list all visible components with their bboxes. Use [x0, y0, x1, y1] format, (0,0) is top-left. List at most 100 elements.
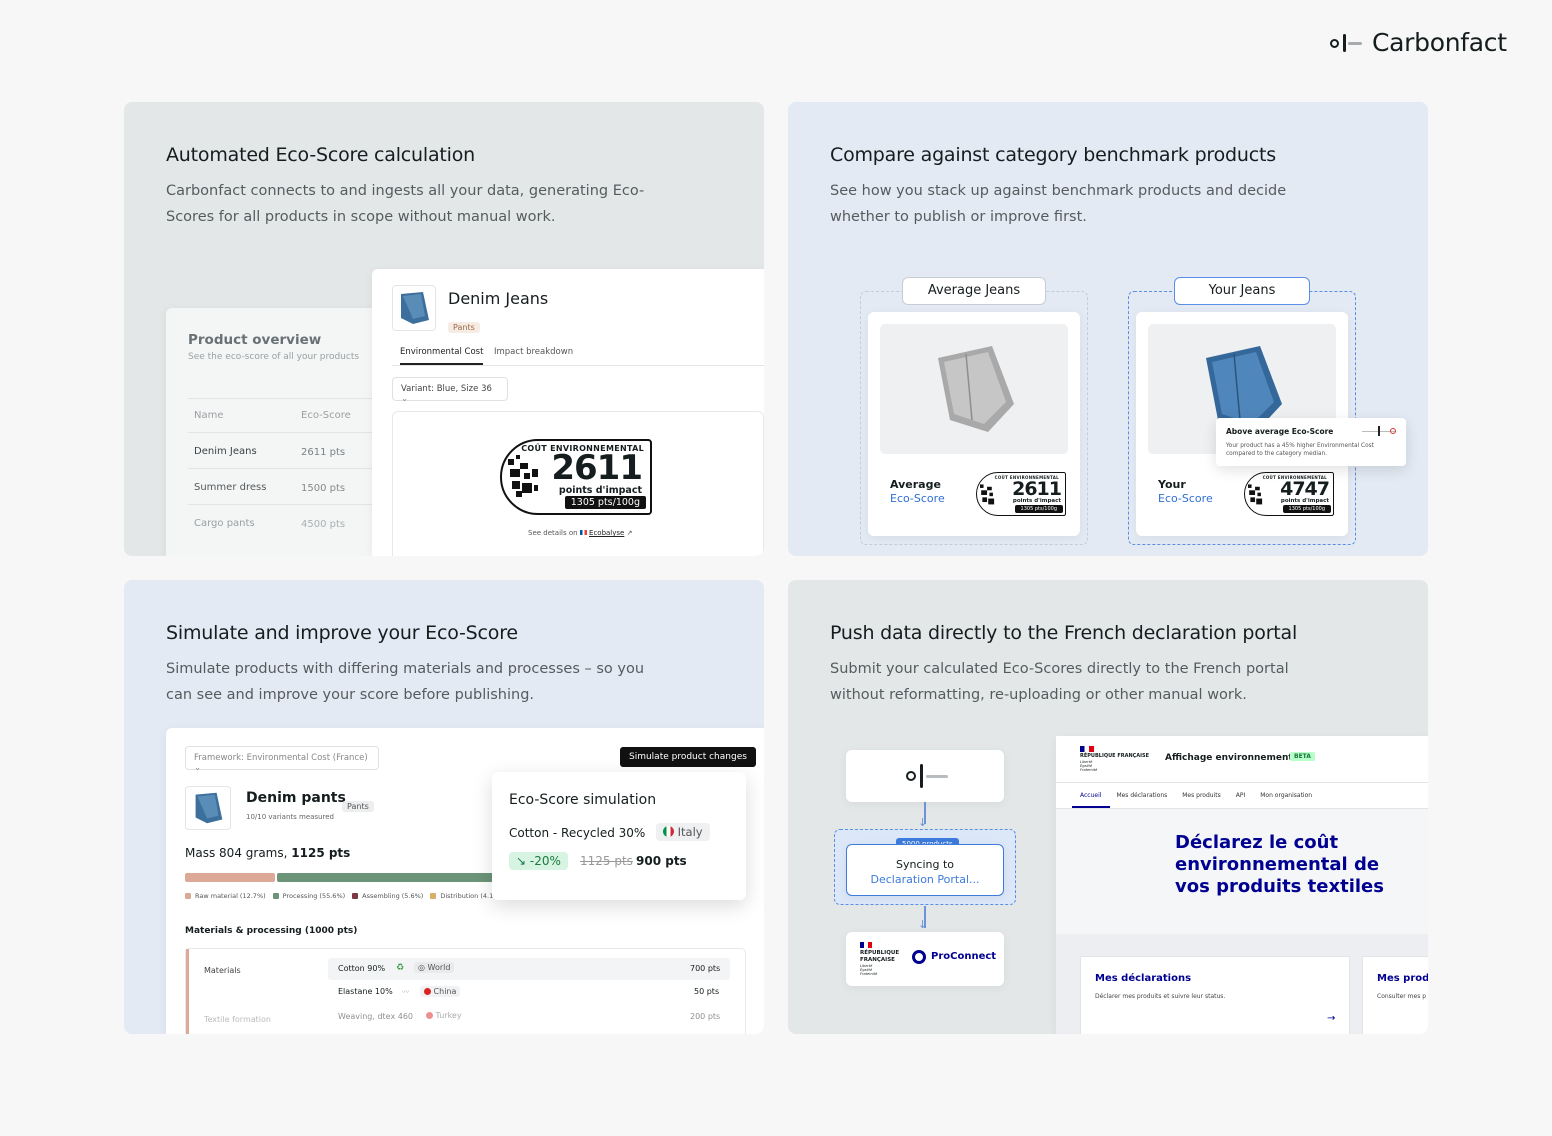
origin: World	[427, 963, 451, 972]
sync-line2: Declaration Portal...	[870, 873, 980, 886]
republique-francaise: RÉPUBLIQUE FRANÇAISE	[1080, 753, 1150, 759]
proconnect-name: ProConnect	[931, 951, 997, 962]
sync-line1: Syncing to	[895, 858, 955, 871]
card-description: Carbonfact connects to and ingests all y…	[166, 183, 645, 225]
portal-nav-item[interactable]: Mon organisation	[1260, 792, 1312, 799]
overview-title: Product overview	[188, 332, 322, 348]
portal-nav-item[interactable]: API	[1236, 792, 1246, 799]
mass-label: Mass	[185, 846, 216, 860]
legend-label: Assembling (5.6%)	[362, 892, 424, 900]
italy-flag-icon	[663, 826, 674, 837]
row-score: 2611 pts	[301, 447, 346, 458]
label-per-100g: 1305 pts/100g	[1282, 505, 1331, 513]
card-compare-benchmark: Compare against category benchmark produ…	[788, 102, 1428, 556]
card-title: Automated Eco-Score calculation	[166, 144, 476, 166]
jeans-grey-icon	[938, 346, 1014, 432]
portal-nav-item[interactable]: Accueil	[1080, 792, 1101, 799]
product-overview-panel: Product overview See the eco-score of al…	[166, 308, 396, 556]
tab-impact-breakdown[interactable]: Impact breakdown	[494, 347, 573, 357]
row-name[interactable]: Denim Jeans	[194, 446, 257, 457]
arrow-right-icon: →	[1327, 1013, 1336, 1024]
card-automated-eco-score: Automated Eco-Score calculation Carbonfa…	[124, 102, 764, 556]
republique-francaise: RÉPUBLIQUE FRANÇAISE	[860, 950, 900, 963]
card-description: See how you stack up against benchmark p…	[830, 183, 1287, 225]
beta-badge: BETA	[1290, 752, 1315, 761]
row-group: Materials	[204, 966, 241, 975]
label-unit: points d'impact	[558, 485, 642, 496]
simulate-product-changes-button[interactable]: Simulate product changes	[620, 747, 756, 767]
table-row[interactable]	[328, 958, 730, 980]
turkey-flag-icon	[426, 1012, 433, 1019]
mes-produits-card[interactable]: Mes produ Consulter mes p	[1362, 956, 1428, 1034]
portal-nav-item[interactable]: Mes produits	[1182, 792, 1220, 799]
declaration-portal-window: RÉPUBLIQUE FRANÇAISE Liberté Égalité Fra…	[1056, 736, 1428, 1034]
label-unit: points d'impact	[1012, 498, 1061, 504]
product-tag: Pants	[448, 322, 480, 333]
avg-eco-label: COÛT ENVIRONNEMENTAL 2611 points d'impac…	[976, 472, 1066, 516]
product-name: Denim Jeans	[448, 289, 549, 308]
variant-select[interactable]: Variant: Blue, Size 36 ⌄	[392, 377, 508, 404]
mes-declarations-card[interactable]: Mes déclarations Déclarer mes produits e…	[1080, 956, 1350, 1034]
legend-swatch	[185, 893, 191, 899]
product-tag: Pants	[342, 801, 374, 812]
material-name: Weaving, dtex 460	[338, 1012, 413, 1021]
legend-swatch	[430, 893, 437, 899]
label-value: 4747	[1280, 478, 1330, 500]
product-thumbnail	[185, 786, 231, 830]
mass-value: 804 grams,	[219, 846, 288, 860]
arrow-down-icon: ↓	[918, 816, 928, 829]
fiber-icon: 〰	[402, 988, 409, 996]
globe-icon: ◎	[418, 963, 425, 972]
variant-label: Variant: Blue, Size 36	[401, 384, 492, 394]
republic-motto: Liberté Égalité Fraternité	[860, 964, 878, 976]
row-points: 50 pts	[694, 987, 720, 996]
carbonfact-source-box	[846, 750, 1004, 802]
qr-pixel-icon	[508, 455, 538, 497]
material-name: Cotton 90%	[338, 964, 386, 973]
jeans-image-grey	[880, 324, 1068, 454]
eco-line1: Your	[1158, 478, 1186, 491]
your-jeans-label: Your Jeans	[1174, 277, 1310, 305]
label-value: 2611	[551, 448, 643, 488]
fr-flag-icon	[579, 530, 587, 535]
card-title: Simulate and improve your Eco-Score	[166, 622, 518, 644]
new-score: 900 pts	[636, 854, 687, 868]
tab-environmental-cost[interactable]: Environmental Cost	[400, 347, 484, 365]
origin: Turkey	[435, 1011, 462, 1020]
portal-nav-item[interactable]: Mes déclarations	[1116, 792, 1167, 799]
average-jeans-card: Average Eco-Score COÛT ENVIRONNEMENTAL 2…	[868, 312, 1080, 536]
carbonfact-logo-icon	[1328, 33, 1362, 52]
fr-flag-icon	[1080, 746, 1094, 752]
ecobalyse-link[interactable]: Ecobalyse	[589, 529, 624, 537]
simulation-origin: Italy	[677, 825, 703, 839]
old-score: 1125 pts	[580, 854, 633, 868]
tooltip-body: Your product has a 45% higher Environmen…	[1226, 443, 1374, 457]
carbonfact-logo-icon	[904, 764, 950, 788]
label-unit: points d'impact	[1280, 498, 1329, 504]
row-points: 700 pts	[690, 964, 721, 973]
tooltip-title: Above average Eco-Score	[1226, 427, 1334, 436]
arrow-down-icon: ↓	[918, 918, 928, 931]
portal-nav: Accueil Mes déclarations Mes produits API Mo…	[1080, 792, 1312, 799]
breakdown-segment	[185, 873, 276, 882]
row-name[interactable]: Cargo pants	[194, 518, 255, 529]
card-title: Mes produ	[1377, 973, 1428, 984]
product-detail-panel: Denim Jeans Pants Environmental Cost Imp…	[372, 269, 764, 556]
syncing-box: Syncing to Declaration Portal...	[846, 844, 1004, 896]
external-link-icon: ↗	[626, 529, 633, 537]
chevron-down-icon: ⌄	[401, 394, 409, 404]
above-average-tooltip: Above average Eco-Score Your product has…	[1216, 418, 1406, 466]
arrow-down-right-icon: ↘	[516, 854, 527, 868]
carbonfact-logo: Carbonfact	[1328, 28, 1507, 57]
framework-select[interactable]: Framework: Environmental Cost (France) ⌄	[185, 746, 379, 773]
card-description: Simulate products with differing materia…	[166, 661, 645, 703]
simulation-title: Eco-Score simulation	[509, 792, 657, 808]
row-score: 1500 pts	[301, 483, 346, 494]
overview-subtitle: See the eco-score of all your products	[188, 352, 360, 362]
row-name[interactable]: Summer dress	[194, 482, 266, 493]
simulation-delta: -20%	[529, 854, 561, 868]
variants-measured: 10/10 variants measured	[246, 813, 334, 821]
card-body: Consulter mes p	[1377, 993, 1427, 1000]
label-per-100g: 1305 pts/100g	[1014, 505, 1063, 513]
card-french-portal: Push data directly to the French declara…	[788, 580, 1428, 1034]
